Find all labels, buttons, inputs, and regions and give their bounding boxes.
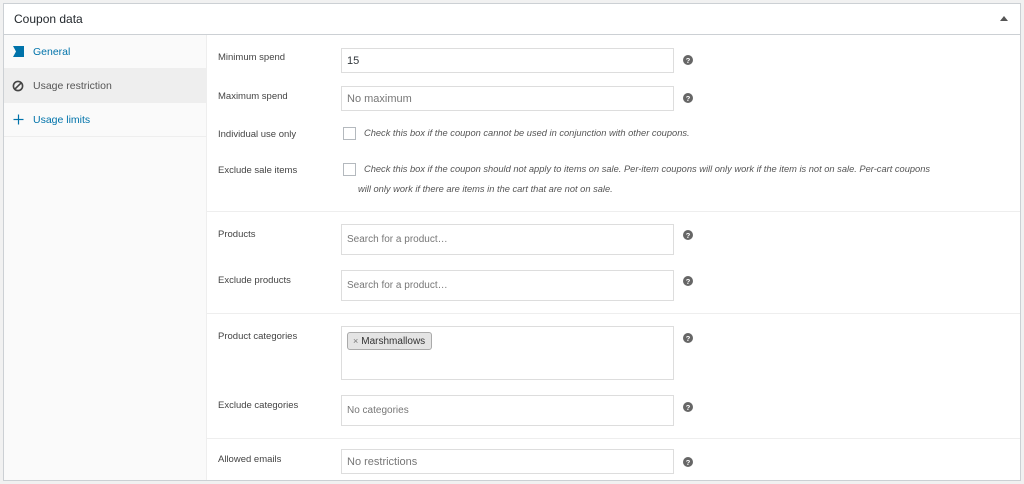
help-icon[interactable]: ? bbox=[683, 457, 693, 467]
remove-chip-icon[interactable]: × bbox=[353, 336, 358, 346]
tab-usage-restriction[interactable]: Usage restriction bbox=[4, 69, 206, 103]
individual-use-checkbox[interactable] bbox=[343, 127, 356, 140]
help-icon[interactable]: ? bbox=[683, 276, 693, 286]
no-entry-icon bbox=[12, 80, 24, 92]
help-icon[interactable]: ? bbox=[683, 230, 693, 240]
product-categories-select[interactable]: × Marshmallows bbox=[341, 326, 674, 380]
products-section: Products ? Exclude products ? bbox=[207, 211, 1020, 314]
minimum-spend-label: Minimum spend bbox=[218, 52, 286, 63]
coupon-data-panel: Coupon data General Usage restriction Us… bbox=[3, 3, 1021, 481]
exclude-categories-input[interactable] bbox=[341, 395, 674, 426]
usage-restriction-panel: Minimum spend ? Maximum spend ? Individu… bbox=[207, 35, 1020, 480]
category-chip: × Marshmallows bbox=[347, 332, 433, 350]
panel-title: Coupon data bbox=[14, 12, 83, 26]
ticket-icon bbox=[12, 46, 24, 58]
tab-label: Usage limits bbox=[33, 113, 91, 126]
plus-icon bbox=[12, 114, 24, 126]
tab-usage-limits[interactable]: Usage limits bbox=[4, 103, 206, 137]
exclude-sale-label: Exclude sale items bbox=[218, 165, 298, 176]
allowed-emails-input[interactable] bbox=[341, 449, 674, 474]
maximum-spend-input[interactable] bbox=[341, 86, 674, 111]
help-icon[interactable]: ? bbox=[683, 93, 693, 103]
spend-section: Minimum spend ? Maximum spend ? Individu… bbox=[207, 35, 1020, 212]
individual-use-description: Check this box if the coupon cannot be u… bbox=[364, 128, 690, 138]
individual-use-label: Individual use only bbox=[218, 129, 297, 140]
exclude-sale-checkbox[interactable] bbox=[343, 163, 356, 176]
tab-label: General bbox=[33, 45, 71, 58]
exclude-products-search-input[interactable] bbox=[341, 270, 674, 301]
chip-label: Marshmallows bbox=[361, 335, 426, 347]
help-icon[interactable]: ? bbox=[683, 333, 693, 343]
products-search-input[interactable] bbox=[341, 224, 674, 255]
exclude-sale-description-line2: will only work if there are items in the… bbox=[358, 184, 613, 194]
exclude-sale-description-line1: Check this box if the coupon should not … bbox=[364, 164, 931, 174]
collapse-toggle-icon[interactable] bbox=[1000, 16, 1008, 21]
help-icon[interactable]: ? bbox=[683, 55, 693, 65]
tab-general[interactable]: General bbox=[4, 35, 206, 69]
coupon-tabs-sidebar: General Usage restriction Usage limits bbox=[4, 35, 207, 480]
exclude-products-label: Exclude products bbox=[218, 275, 291, 286]
categories-section: Product categories × Marshmallows ? Excl… bbox=[207, 313, 1020, 439]
product-categories-label: Product categories bbox=[218, 331, 298, 342]
help-icon[interactable]: ? bbox=[683, 402, 693, 412]
allowed-emails-label: Allowed emails bbox=[218, 454, 282, 465]
emails-section: Allowed emails ? bbox=[207, 438, 1020, 481]
maximum-spend-label: Maximum spend bbox=[218, 91, 288, 102]
tab-label: Usage restriction bbox=[33, 79, 112, 92]
exclude-categories-label: Exclude categories bbox=[218, 400, 299, 411]
panel-header: Coupon data bbox=[4, 4, 1020, 35]
products-label: Products bbox=[218, 229, 256, 240]
minimum-spend-input[interactable] bbox=[341, 48, 674, 73]
